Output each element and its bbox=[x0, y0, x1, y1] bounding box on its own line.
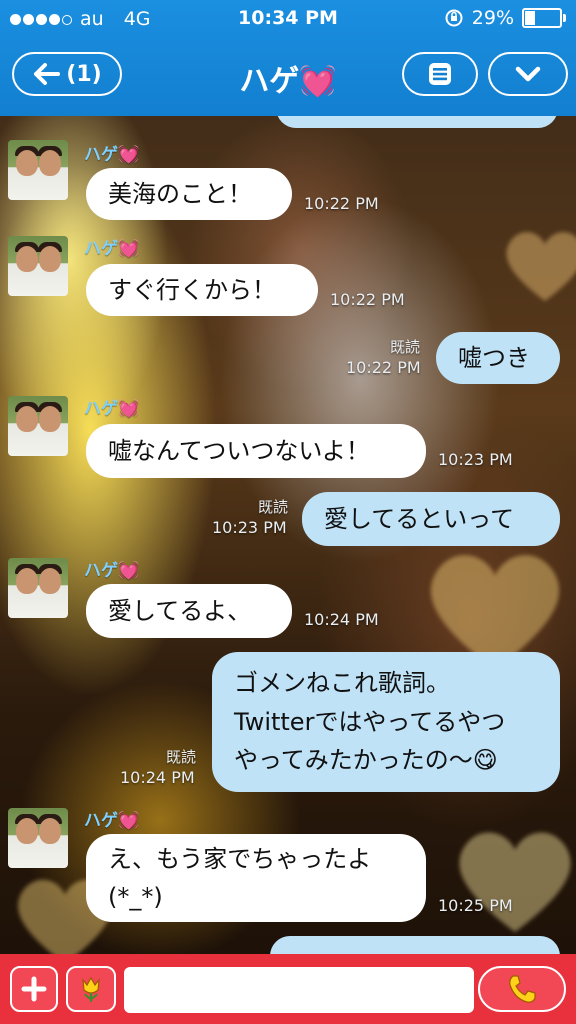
avatar[interactable] bbox=[8, 396, 68, 456]
rotation-lock-icon bbox=[445, 9, 463, 27]
sticker-button[interactable] bbox=[66, 966, 116, 1012]
message-time: 10:22 PM bbox=[346, 358, 421, 377]
message-time: 10:22 PM bbox=[330, 290, 405, 309]
avatar[interactable] bbox=[8, 140, 68, 200]
incoming-message-bubble[interactable]: 美海のこと！ bbox=[86, 168, 292, 220]
message-input-bar bbox=[0, 954, 576, 1024]
read-receipt: 既読 bbox=[166, 748, 197, 766]
chevron-down-icon bbox=[515, 66, 541, 82]
battery-percent: 29% bbox=[471, 7, 514, 29]
message-time: 10:25 PM bbox=[438, 896, 513, 915]
avatar[interactable] bbox=[8, 808, 68, 868]
message-time: 10:24 PM bbox=[120, 768, 195, 787]
outgoing-message-bubble[interactable]: 嘘つき bbox=[436, 332, 560, 384]
message-line: (*_*) bbox=[108, 883, 163, 911]
heart-bokeh bbox=[459, 832, 571, 932]
list-icon bbox=[429, 63, 451, 85]
outgoing-message-bubble[interactable]: 愛してるといって bbox=[302, 492, 560, 546]
message-time: 10:23 PM bbox=[438, 450, 513, 469]
read-receipt: 既読 bbox=[258, 498, 289, 516]
message-line: え、もう家でちゃったよ bbox=[108, 844, 372, 873]
avatar[interactable] bbox=[8, 558, 68, 618]
incoming-message-bubble[interactable]: すぐ行くから！ bbox=[86, 264, 318, 316]
message-time: 10:22 PM bbox=[304, 194, 379, 213]
message-line: やってみたかったの〜😋 bbox=[234, 746, 498, 775]
read-receipt: 既読 bbox=[390, 338, 421, 356]
battery-fill bbox=[525, 11, 535, 25]
tulip-icon bbox=[82, 976, 100, 1002]
heart-bokeh bbox=[506, 232, 576, 301]
incoming-message-bubble[interactable]: 愛してるよ、 bbox=[86, 584, 292, 638]
outgoing-message-bubble[interactable]: ゴメンねこれ歌詞。 Twitterではやってるやつ やってみたかったの〜😋 bbox=[212, 652, 560, 792]
message-input[interactable] bbox=[124, 967, 474, 1013]
message-line: ゴメンねこれ歌詞。 bbox=[234, 669, 450, 698]
sender-name: ハゲ💓 bbox=[84, 145, 140, 165]
dropdown-button[interactable] bbox=[488, 52, 568, 96]
sender-name: ハゲ💓 bbox=[84, 239, 140, 259]
message-time: 10:23 PM bbox=[212, 518, 287, 537]
phone-icon bbox=[509, 975, 536, 1003]
sender-name: ハゲ💓 bbox=[84, 561, 140, 581]
navigation-header: au 4G 10:34 PM 29% (1) ハゲ💓 bbox=[0, 0, 576, 116]
incoming-message-bubble[interactable]: え、もう家でちゃったよ (*_*) bbox=[86, 834, 426, 922]
add-button[interactable] bbox=[10, 966, 58, 1012]
sender-name: ハゲ💓 bbox=[84, 399, 140, 419]
plus-icon bbox=[21, 976, 47, 1002]
message-line: Twitterではやってるやつ bbox=[234, 707, 506, 736]
call-button[interactable] bbox=[478, 966, 566, 1012]
message-time: 10:24 PM bbox=[304, 610, 379, 629]
incoming-message-bubble[interactable]: 嘘なんてついつないよ！ bbox=[86, 424, 426, 478]
battery-icon bbox=[522, 8, 566, 28]
sender-name: ハゲ💓 bbox=[84, 811, 140, 831]
menu-button[interactable] bbox=[402, 52, 478, 96]
status-bar: au 4G 10:34 PM 29% bbox=[0, 0, 576, 38]
avatar[interactable] bbox=[8, 236, 68, 296]
